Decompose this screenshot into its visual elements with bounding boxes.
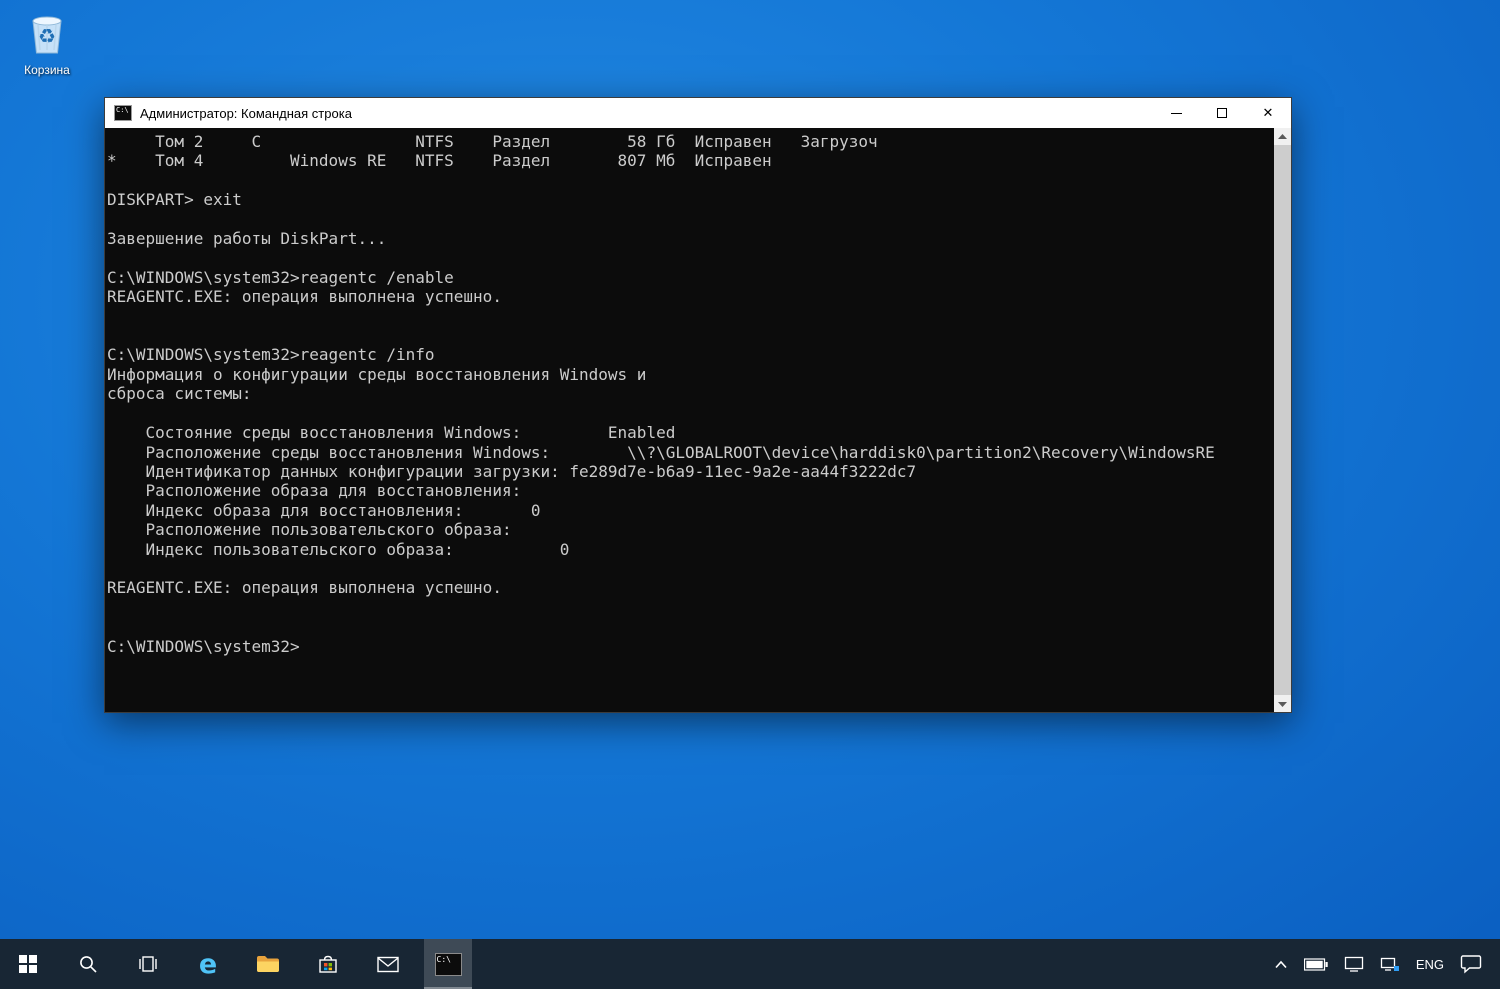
terminal-scrollbar[interactable] <box>1274 128 1291 712</box>
close-button[interactable]: ✕ <box>1245 98 1291 128</box>
recycle-bin-icon: ♻ <box>21 8 73 60</box>
network-icon <box>1380 956 1400 972</box>
chevron-up-icon <box>1274 960 1288 969</box>
recycle-symbol-icon: ♻ <box>38 24 56 48</box>
minimize-icon <box>1171 113 1182 114</box>
file-explorer-button[interactable] <box>244 939 292 989</box>
cmd-icon: C:\ <box>114 105 132 121</box>
mail-icon <box>377 956 399 973</box>
scrollbar-thumb[interactable] <box>1274 145 1291 695</box>
monitor-icon <box>1344 956 1364 972</box>
start-icon <box>19 955 37 973</box>
edge-icon: e <box>199 951 217 978</box>
maximize-icon <box>1217 108 1227 118</box>
search-button[interactable] <box>64 939 112 989</box>
language-label: ENG <box>1416 957 1444 972</box>
terminal[interactable]: Том 2 C NTFS Раздел 58 Гб Исправен Загру… <box>105 128 1291 712</box>
arrow-down-icon <box>1278 701 1287 707</box>
recycle-bin-label: Корзина <box>24 63 70 77</box>
cmd-icon: C:\ <box>435 953 462 976</box>
language-indicator[interactable]: ENG <box>1416 957 1444 972</box>
action-center-icon <box>1460 954 1482 974</box>
cmd-taskbar-button[interactable]: C:\ <box>424 939 472 989</box>
task-view-button[interactable] <box>124 939 172 989</box>
battery-button[interactable] <box>1304 958 1328 971</box>
arrow-up-icon <box>1278 134 1287 140</box>
tray-chevron-button[interactable] <box>1274 960 1288 969</box>
battery-icon <box>1304 958 1328 971</box>
close-icon: ✕ <box>1263 106 1274 121</box>
task-view-icon <box>138 955 158 973</box>
file-explorer-icon <box>256 954 280 974</box>
cmd-window: C:\ Администратор: Командная строка ✕ То… <box>104 97 1292 713</box>
taskbar: e C:\ <box>0 939 1500 989</box>
network-tray-button[interactable] <box>1380 956 1400 972</box>
monitor-tray-button[interactable] <box>1344 956 1364 972</box>
terminal-output[interactable]: Том 2 C NTFS Раздел 58 Гб Исправен Загру… <box>105 128 1274 712</box>
mail-button[interactable] <box>364 939 412 989</box>
scroll-up-button[interactable] <box>1274 128 1291 145</box>
recycle-bin[interactable]: ♻ Корзина <box>14 8 80 77</box>
store-button[interactable] <box>304 939 352 989</box>
titlebar[interactable]: C:\ Администратор: Командная строка ✕ <box>105 98 1291 128</box>
edge-button[interactable]: e <box>184 939 232 989</box>
scroll-down-button[interactable] <box>1274 695 1291 712</box>
action-center-button[interactable] <box>1460 954 1482 974</box>
start-button[interactable] <box>4 939 52 989</box>
window-title: Администратор: Командная строка <box>140 106 1153 121</box>
store-icon <box>317 953 339 975</box>
maximize-button[interactable] <box>1199 98 1245 128</box>
search-icon <box>78 954 98 974</box>
minimize-button[interactable] <box>1153 98 1199 128</box>
